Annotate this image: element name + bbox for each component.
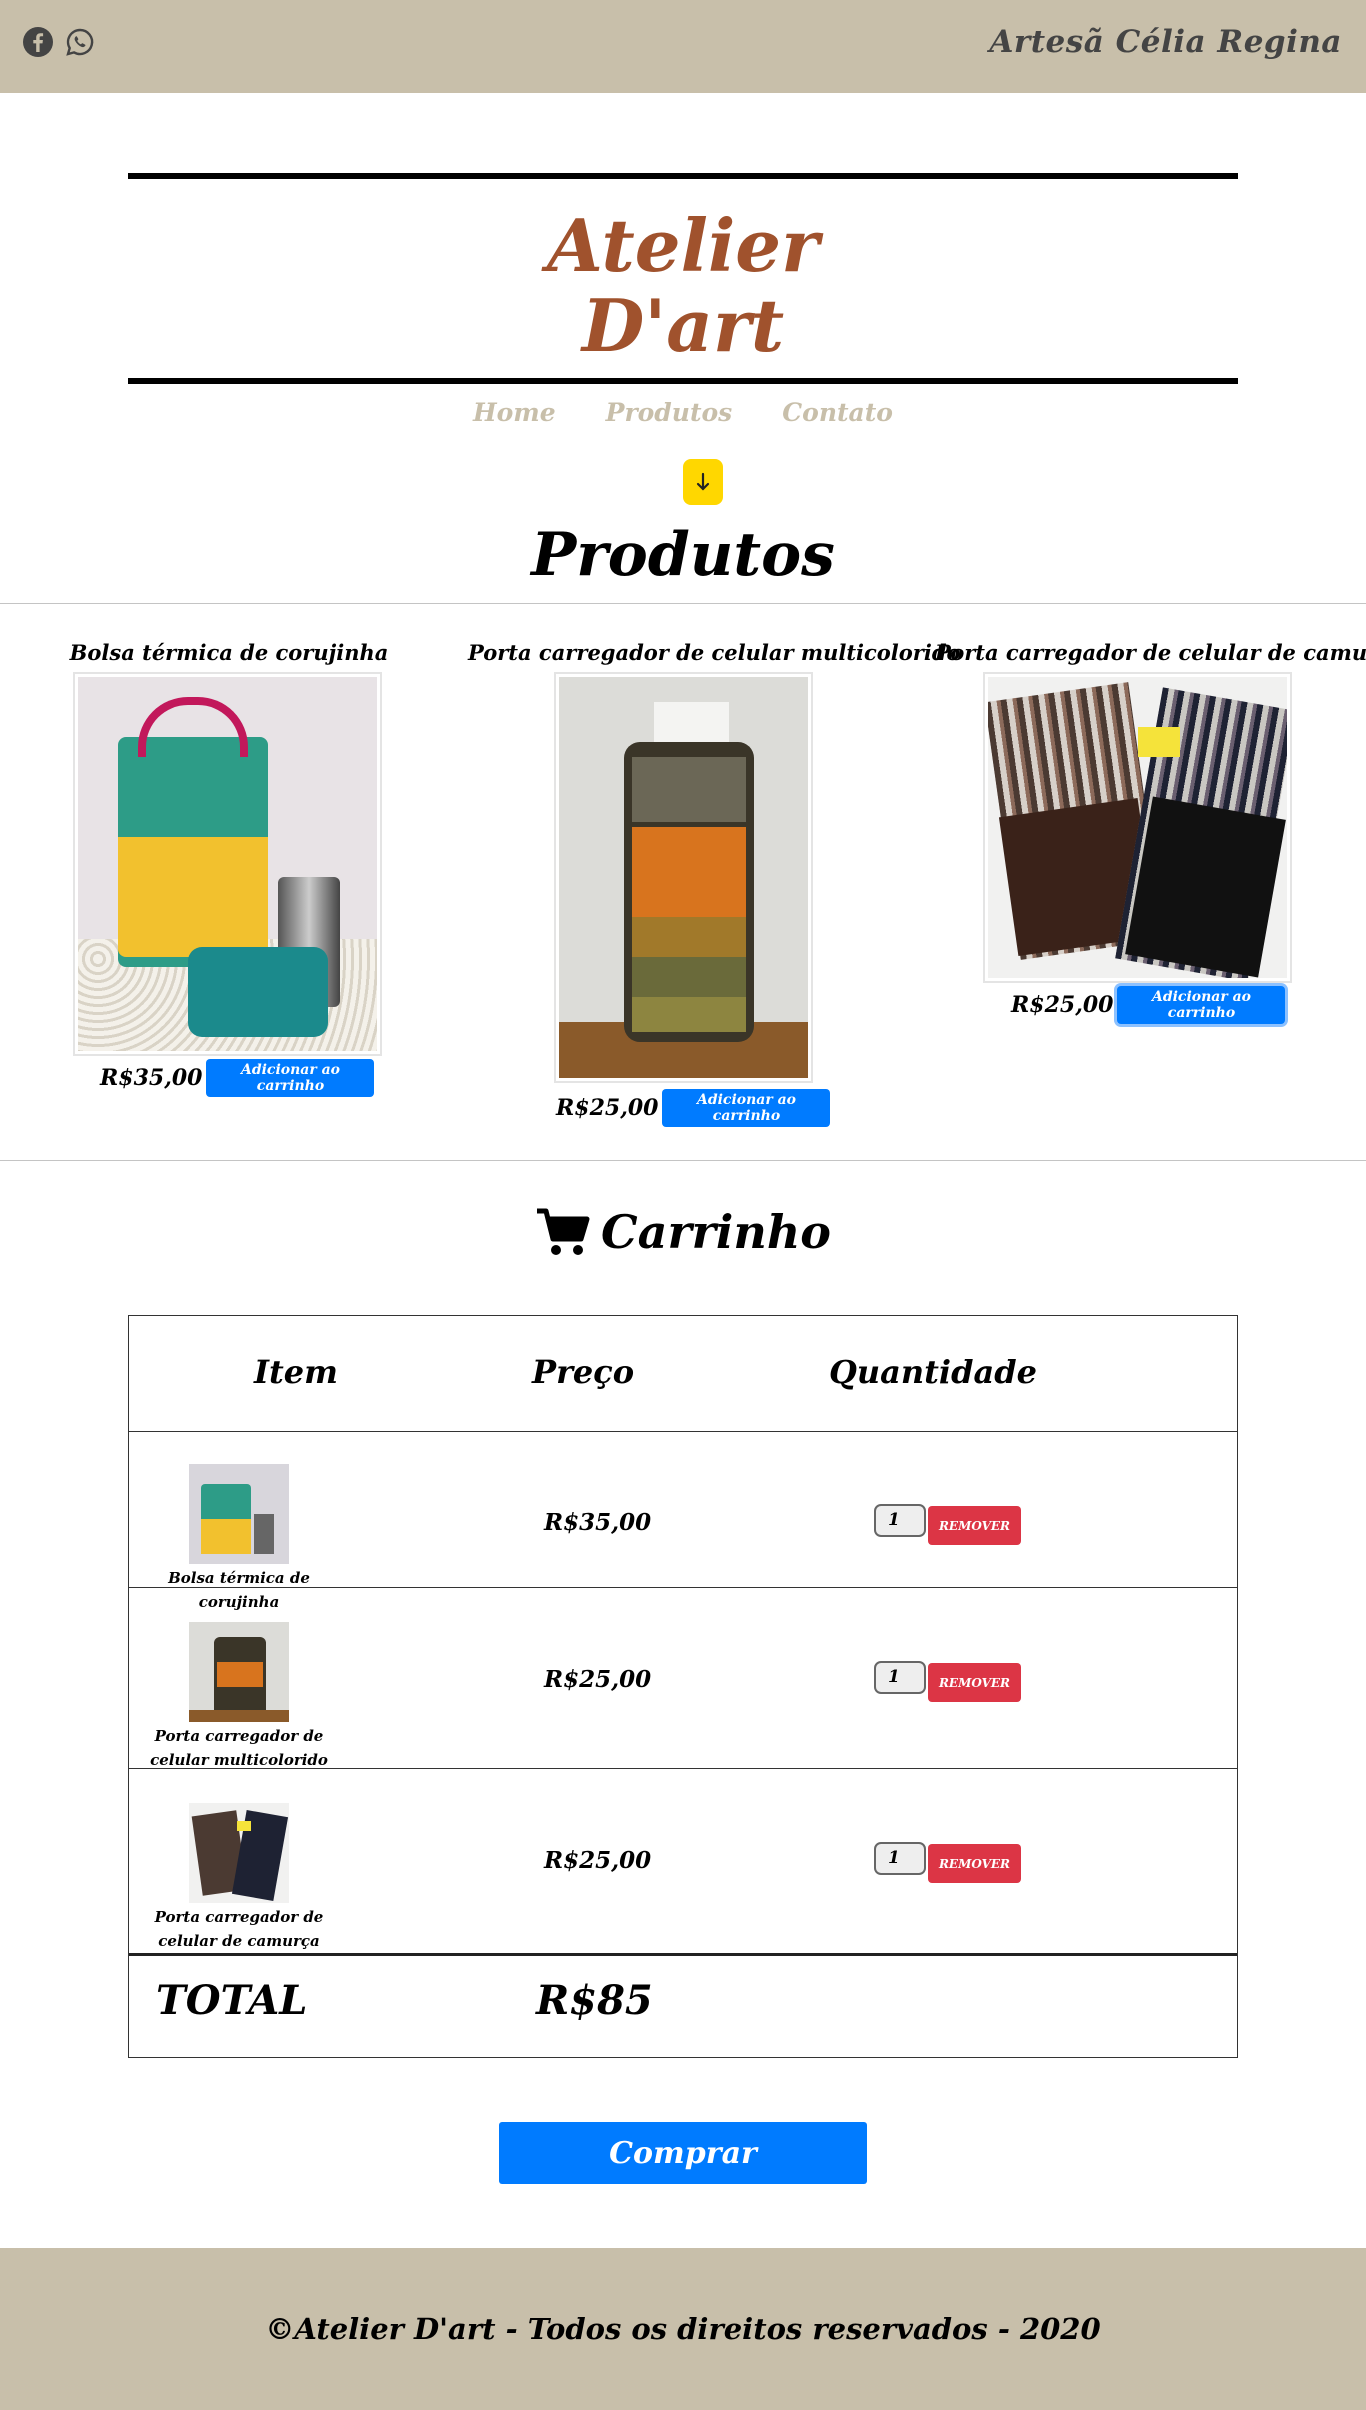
cart-item-name: Porta carregador de celular de camurça [154, 1908, 324, 1950]
price-row: R$35,00 Adicionar ao carrinho [100, 1059, 375, 1097]
divider [0, 1160, 1366, 1161]
arrow-down-icon [696, 472, 710, 491]
price-row: R$25,00 Adicionar ao carrinho [1011, 986, 1286, 1024]
logo-line-1: Atelier [546, 203, 820, 288]
total-label: TOTAL [156, 1977, 308, 2024]
header-bottom-rule [128, 378, 1238, 384]
cart-item-name: Porta carregador de celular multicolorid… [150, 1727, 328, 1769]
product-image[interactable] [983, 672, 1292, 983]
facebook-icon[interactable] [22, 26, 54, 58]
cart-item-price: R$25,00 [544, 1847, 652, 1874]
logo-line-2: D'art [581, 283, 785, 368]
divider [0, 603, 1366, 604]
cart-item-price: R$25,00 [544, 1666, 652, 1693]
whatsapp-icon[interactable] [64, 26, 96, 58]
add-to-cart-button[interactable]: Adicionar ao carrinho [206, 1059, 375, 1097]
product-price: R$35,00 [100, 1065, 203, 1091]
products-title: Produtos [531, 520, 835, 590]
footer: ©Atelier D'art - Todos os direitos reser… [0, 2248, 1366, 2410]
footer-copyright: ©Atelier D'art - Todos os direitos reser… [265, 2312, 1101, 2346]
cart-table: Item Preço Quantidade Bolsa térmica de c… [128, 1315, 1238, 2058]
product-price: R$25,00 [556, 1095, 659, 1121]
cart-item-price: R$35,00 [544, 1509, 652, 1536]
cart-item-image [189, 1464, 289, 1564]
product-price: R$25,00 [1011, 992, 1114, 1018]
header-top-rule [128, 173, 1238, 179]
main-nav: Home Produtos Contato [0, 398, 1366, 427]
nav-home[interactable]: Home [473, 398, 556, 427]
header-item: Item [254, 1353, 338, 1391]
header-quantity: Quantidade [829, 1353, 1037, 1391]
product-image[interactable] [73, 672, 382, 1056]
remove-button[interactable]: REMOVER [928, 1506, 1021, 1545]
remove-button[interactable]: REMOVER [928, 1844, 1021, 1883]
row-divider [129, 1768, 1237, 1769]
shopping-cart-icon [537, 1208, 590, 1255]
product-name: Porta carregador de celular multicolorid… [468, 640, 961, 665]
cart-heading: Carrinho [0, 1205, 1366, 1259]
product-name: Porta carregador de celular de camurça [935, 640, 1366, 665]
cart-item-name: Bolsa térmica de corujinha [168, 1569, 310, 1611]
add-to-cart-button[interactable]: Adicionar ao carrinho [1117, 986, 1286, 1024]
cart-title: Carrinho [601, 1205, 831, 1259]
quantity-input[interactable]: 1 [874, 1842, 926, 1875]
total-divider [129, 1953, 1237, 1956]
remove-button[interactable]: REMOVER [928, 1663, 1021, 1702]
social-links [22, 26, 96, 58]
total-value: R$85 [536, 1977, 653, 2024]
quantity-input[interactable]: 1 [874, 1661, 926, 1694]
add-to-cart-button[interactable]: Adicionar ao carrinho [662, 1089, 831, 1127]
quantity-input[interactable]: 1 [874, 1504, 926, 1537]
cart-item-image [189, 1803, 289, 1903]
scroll-down-button[interactable] [683, 459, 723, 505]
artist-name: Artesã Célia Regina [989, 24, 1342, 60]
nav-contato[interactable]: Contato [782, 398, 893, 427]
top-bar: Artesã Célia Regina [0, 0, 1366, 93]
buy-button[interactable]: Comprar [499, 2122, 867, 2184]
row-divider [129, 1431, 1237, 1432]
price-row: R$25,00 Adicionar ao carrinho [556, 1089, 831, 1127]
cart-item-image [189, 1622, 289, 1722]
product-image[interactable] [554, 672, 813, 1083]
header-price: Preço [532, 1353, 635, 1391]
nav-produtos[interactable]: Produtos [606, 398, 733, 427]
row-divider [129, 1587, 1237, 1588]
product-name: Bolsa térmica de corujinha [69, 640, 389, 665]
